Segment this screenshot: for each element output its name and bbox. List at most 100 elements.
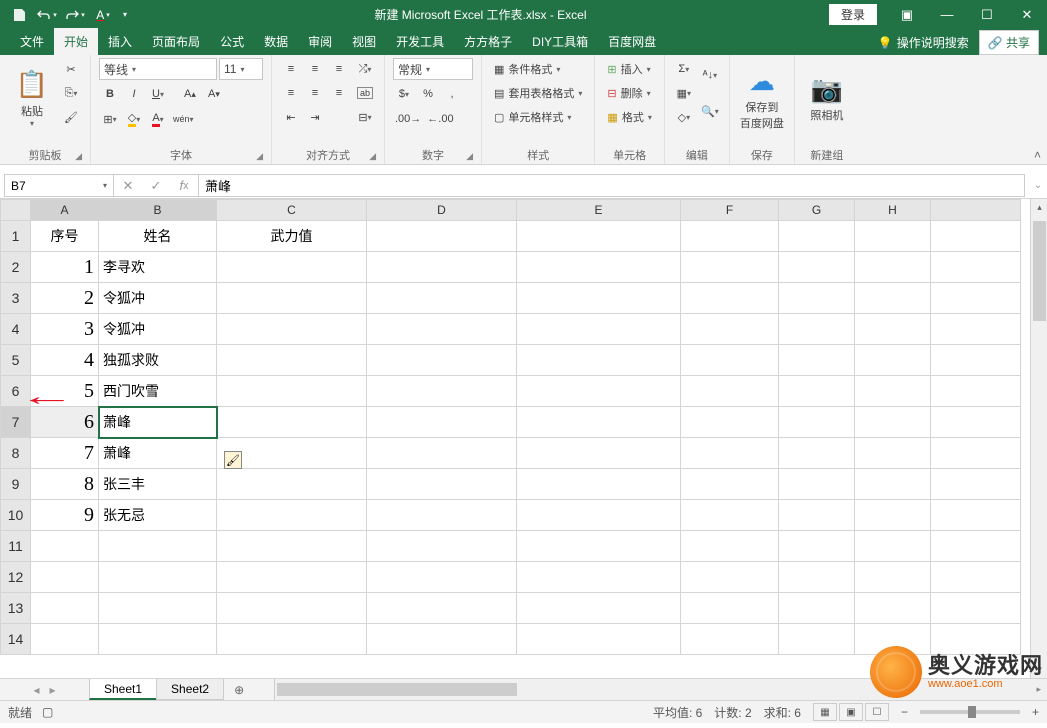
format-table-button[interactable]: ▤套用表格格式▾ [490, 82, 586, 104]
find-select-icon[interactable]: 🔍▾ [699, 94, 721, 128]
camera-button[interactable]: 📷 照相机 [803, 58, 851, 136]
sheet-nav[interactable]: ◂▸ [0, 679, 90, 700]
tab-view[interactable]: 视图 [342, 28, 386, 55]
row-header[interactable]: 14 [1, 624, 31, 655]
save-icon[interactable] [6, 3, 32, 27]
tab-fanggezi[interactable]: 方方格子 [454, 28, 522, 55]
insert-cells-button[interactable]: ⊞插入▾ [603, 58, 654, 80]
delete-cells-button[interactable]: ⊟删除▾ [603, 82, 654, 104]
view-page-layout-icon[interactable]: ▣ [839, 703, 863, 721]
row-header[interactable]: 5 [1, 345, 31, 376]
align-center-icon[interactable]: ≡ [304, 82, 326, 104]
orientation-icon[interactable]: ⤮▾ [354, 58, 376, 80]
row-header[interactable]: 12 [1, 562, 31, 593]
zoom-out-icon[interactable]: − [901, 705, 908, 719]
sheet-tab-2[interactable]: Sheet2 [156, 679, 224, 700]
undo-icon[interactable]: ▾ [34, 3, 60, 27]
redo-icon[interactable]: ▾ [62, 3, 88, 27]
clear-icon[interactable]: ◇▾ [673, 106, 695, 128]
paste-button[interactable]: 📋 粘贴 ▾ [8, 58, 56, 136]
tab-data[interactable]: 数据 [254, 28, 298, 55]
tab-formulas[interactable]: 公式 [210, 28, 254, 55]
row-header[interactable]: 9 [1, 469, 31, 500]
tab-home[interactable]: 开始 [54, 28, 98, 55]
tell-me-search[interactable]: 💡 操作说明搜索 [878, 34, 969, 51]
col-header-F[interactable]: F [681, 200, 779, 221]
tab-diy[interactable]: DIY工具箱 [522, 28, 598, 55]
row-header[interactable]: 6 [1, 376, 31, 407]
comma-icon[interactable]: , [441, 83, 463, 105]
horizontal-scrollbar[interactable]: ▸ [274, 679, 1047, 700]
col-header-A[interactable]: A [31, 200, 99, 221]
number-format-combo[interactable]: 常规▾ [393, 58, 473, 80]
cell-styles-button[interactable]: ▢单元格样式▾ [490, 106, 575, 128]
cell[interactable]: 姓名 [99, 221, 217, 252]
decrease-decimal-icon[interactable]: ←.00 [425, 108, 455, 130]
font-launcher-icon[interactable]: ◢ [256, 151, 263, 162]
row-header[interactable]: 1 [1, 221, 31, 252]
row-header[interactable]: 7 [1, 407, 31, 438]
row-header[interactable]: 11 [1, 531, 31, 562]
row-header[interactable]: 3 [1, 283, 31, 314]
align-top-icon[interactable]: ≡ [280, 58, 302, 80]
fill-icon[interactable]: ▦▾ [673, 82, 695, 104]
ribbon-display-icon[interactable]: ▣ [887, 0, 927, 29]
row-header[interactable]: 10 [1, 500, 31, 531]
autosum-icon[interactable]: Σ▾ [673, 58, 695, 80]
row-header[interactable]: 2 [1, 252, 31, 283]
sheet-tab-1[interactable]: Sheet1 [89, 679, 157, 700]
scroll-right-icon[interactable]: ▸ [1030, 684, 1047, 695]
sheet-prev-icon[interactable]: ◂ [33, 683, 39, 697]
worksheet-grid[interactable]: A B C D E F G H 1 序号 姓名 武力值 21李寻欢 32令狐冲 … [0, 199, 1047, 678]
tab-insert[interactable]: 插入 [98, 28, 142, 55]
fx-icon[interactable]: fx [170, 175, 198, 196]
col-header-E[interactable]: E [517, 200, 681, 221]
zoom-slider[interactable] [920, 710, 1020, 714]
font-color-button[interactable]: A ▾ [147, 108, 169, 130]
insert-options-smarttag[interactable]: 🖌 [224, 451, 242, 469]
phonetic-button[interactable]: wén ▾ [171, 108, 196, 130]
format-painter-icon[interactable]: 🖌 [60, 106, 82, 128]
save-baidu-button[interactable]: ☁ 保存到 百度网盘 [738, 58, 786, 136]
row-header[interactable]: 13 [1, 593, 31, 624]
tab-review[interactable]: 审阅 [298, 28, 342, 55]
conditional-format-button[interactable]: ▦条件格式▾ [490, 58, 564, 80]
new-sheet-icon[interactable]: ⊕ [224, 679, 254, 700]
name-box[interactable]: B7▾ [4, 174, 114, 197]
close-icon[interactable]: ✕ [1007, 0, 1047, 29]
percent-icon[interactable]: % [417, 83, 439, 105]
underline-button[interactable]: U ▾ [147, 83, 169, 105]
row-header[interactable]: 8 [1, 438, 31, 469]
select-all-corner[interactable] [1, 200, 31, 221]
align-middle-icon[interactable]: ≡ [304, 58, 326, 80]
sort-filter-icon[interactable]: ᴬ↓▾ [699, 58, 721, 92]
align-launcher-icon[interactable]: ◢ [369, 151, 376, 162]
zoom-in-icon[interactable]: + [1032, 705, 1039, 719]
number-launcher-icon[interactable]: ◢ [466, 151, 473, 162]
tab-dev[interactable]: 开发工具 [386, 28, 454, 55]
increase-decimal-icon[interactable]: .00→ [393, 108, 423, 130]
minimize-icon[interactable]: — [927, 0, 967, 29]
increase-indent-icon[interactable]: ⇥ [304, 106, 326, 128]
borders-button[interactable]: ⊞ ▾ [99, 108, 121, 130]
expand-formula-icon[interactable]: ⌄ [1029, 173, 1047, 198]
currency-icon[interactable]: $▾ [393, 83, 415, 105]
scroll-down-icon[interactable]: ▾ [1031, 661, 1047, 678]
col-header-B[interactable]: B [99, 200, 217, 221]
font-size-combo[interactable]: 11▾ [219, 58, 263, 80]
copy-icon[interactable]: ⎘ ▾ [60, 82, 82, 104]
tab-layout[interactable]: 页面布局 [142, 28, 210, 55]
scroll-up-icon[interactable]: ▴ [1031, 199, 1047, 216]
cell[interactable]: 序号 [31, 221, 99, 252]
align-bottom-icon[interactable]: ≡ [328, 58, 350, 80]
row-header[interactable]: 4 [1, 314, 31, 345]
clipboard-launcher-icon[interactable]: ◢ [75, 151, 82, 162]
bold-button[interactable]: B [99, 83, 121, 105]
shrink-font-button[interactable]: A▾ [203, 83, 225, 105]
share-button[interactable]: 🔗 共享 [979, 30, 1039, 55]
fill-color-button[interactable]: ◇ ▾ [123, 108, 145, 130]
grow-font-button[interactable]: A▴ [179, 83, 201, 105]
maximize-icon[interactable]: ☐ [967, 0, 1007, 29]
align-right-icon[interactable]: ≡ [328, 82, 350, 104]
confirm-formula-icon[interactable]: ✓ [142, 175, 170, 196]
